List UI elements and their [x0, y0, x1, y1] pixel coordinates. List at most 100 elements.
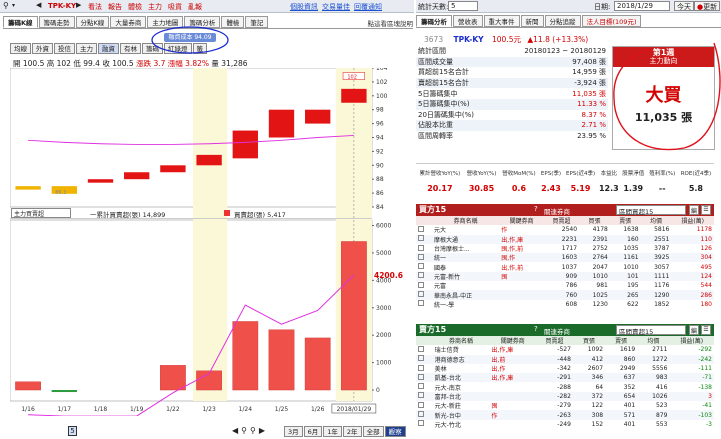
- row-checkbox[interactable]: [416, 300, 432, 309]
- broker-row[interactable]: 元富-新竹 囤 909 1010 101 1111 124: [416, 271, 714, 282]
- today-button[interactable]: 今天: [674, 1, 694, 11]
- days-select[interactable]: 5: [448, 1, 478, 11]
- broker-row[interactable]: 元富 786 981 195 1176 544: [416, 281, 714, 290]
- broker-col-header[interactable]: 券商名稱: [432, 216, 499, 225]
- link-reply[interactable]: 回覆通知: [354, 3, 382, 11]
- period-3m[interactable]: 3月: [284, 426, 303, 437]
- row-checkbox[interactable]: [416, 272, 432, 281]
- date-input[interactable]: 2018/1/29: [614, 1, 670, 11]
- list-icon[interactable]: ☰: [701, 325, 711, 335]
- btn-main[interactable]: 主力: [76, 43, 97, 54]
- row-checkbox[interactable]: [416, 420, 433, 429]
- btn-ma[interactable]: 均線: [10, 43, 31, 54]
- broker-col-header[interactable]: 均價: [641, 216, 672, 225]
- row-checkbox[interactable]: [416, 373, 433, 382]
- sell-select[interactable]: 區間賣超15: [616, 325, 686, 336]
- broker-col-header[interactable]: 關鍵券商: [499, 216, 544, 225]
- tab-branch-k[interactable]: 分點K線: [75, 16, 110, 28]
- tab-events[interactable]: 重大事件: [483, 15, 520, 27]
- price-and-flow-chart[interactable]: 104 102 100 98 96 94 92 90 88 86 84 102 86.3 6000 5000…: [10, 68, 410, 416]
- row-checkbox[interactable]: [416, 262, 432, 271]
- tab-revenue[interactable]: 營收表: [453, 15, 483, 27]
- row-checkbox[interactable]: [416, 253, 432, 262]
- list-icon[interactable]: ☰: [701, 205, 711, 215]
- feature-button[interactable]: 吸貨: [168, 2, 182, 12]
- broker-row[interactable]: 統一 囤,作 1603 2764 1161 3925 304: [416, 253, 714, 263]
- btn-margin[interactable]: 融資: [98, 43, 119, 54]
- row-checkbox[interactable]: [416, 235, 432, 244]
- period-all[interactable]: 全部: [362, 426, 384, 437]
- feature-button[interactable]: 看法: [88, 2, 102, 12]
- feature-button[interactable]: 報告: [108, 2, 122, 12]
- help-note[interactable]: 點這看區塊說明: [368, 18, 414, 28]
- refresh-button[interactable]: ●更新: [694, 1, 721, 11]
- search-icon[interactable]: ⚲: [3, 1, 9, 10]
- flow-selector[interactable]: 主力買賣超: [11, 208, 71, 218]
- broker-row[interactable]: 元大-竹北 -249 152 401 553 -3: [416, 420, 714, 429]
- broker-col-header[interactable]: 關鍵券商: [489, 336, 536, 345]
- tab-big-broker[interactable]: 大量券商: [110, 16, 147, 28]
- broker-col-header[interactable]: 買張: [573, 336, 605, 345]
- broker-row[interactable]: 美林 出,作 -342 2607 2949 5556 -111: [416, 364, 714, 373]
- feature-button[interactable]: 體檢: [128, 2, 142, 12]
- row-checkbox[interactable]: [416, 290, 432, 299]
- row-checkbox[interactable]: [416, 244, 432, 253]
- row-checkbox[interactable]: [416, 401, 433, 410]
- link-volume[interactable]: 交易量佳: [322, 3, 350, 11]
- feature-button[interactable]: 主力: [148, 2, 162, 12]
- broker-row[interactable]: 華南永昌-中正 760 1025 265 1290 286: [416, 290, 714, 300]
- edit-icon[interactable]: 編: [689, 205, 699, 215]
- broker-row[interactable]: 元大-新莊 囤 -279 122 401 523 -41: [416, 401, 714, 410]
- row-checkbox[interactable]: [416, 345, 433, 354]
- buy-select[interactable]: 區間買超15: [616, 205, 686, 216]
- feature-button[interactable]: 亂報: [188, 2, 202, 12]
- broker-row[interactable]: 凱基-台北 出,作,庫 -291 346 637 983 -71: [416, 373, 714, 383]
- tab-target[interactable]: 法人目標(109元): [581, 15, 642, 27]
- broker-row[interactable]: 富邦-台北 -282 372 654 1026 3: [416, 391, 714, 402]
- broker-row[interactable]: 台灣摩根士... 囤,作,前 1717 2752 1035 3787 126: [416, 244, 714, 253]
- num-box[interactable]: 5: [68, 426, 77, 436]
- row-checkbox[interactable]: [416, 355, 433, 364]
- dropdown-icon[interactable]: ▾: [12, 2, 15, 9]
- tab-trend[interactable]: 籌碼走勢: [38, 16, 75, 28]
- row-checkbox[interactable]: [416, 225, 432, 234]
- row-checkbox[interactable]: [416, 382, 433, 391]
- broker-row[interactable]: 元大 作 2540 4178 1638 5816 1178: [416, 225, 714, 234]
- broker-row[interactable]: 瑞士信貸 出,作,庫 -527 1092 1619 2711 -292: [416, 345, 714, 354]
- right-arrow-icon[interactable]: ▶: [76, 1, 81, 9]
- broker-col-header[interactable]: 券商名稱: [433, 336, 490, 345]
- broker-row[interactable]: 港商德意志 出,前 -448 412 860 1272 -242: [416, 354, 714, 364]
- row-checkbox[interactable]: [416, 281, 432, 290]
- broker-row[interactable]: 國泰 出,作,前 1037 2047 1010 3057 495: [416, 262, 714, 272]
- broker-col-header[interactable]: 損益(萬): [671, 216, 714, 225]
- tab-notes[interactable]: 筆記: [245, 16, 269, 28]
- btn-trust[interactable]: 投信: [54, 43, 75, 54]
- broker-row[interactable]: 元大-南京 -288 64 352 416 -138: [416, 382, 714, 392]
- broker-col-header[interactable]: 損益(萬): [669, 336, 714, 345]
- btn-foreign[interactable]: 外資: [32, 43, 53, 54]
- row-checkbox[interactable]: [416, 410, 433, 419]
- tab-news[interactable]: 新聞: [520, 15, 544, 27]
- broker-col-header[interactable]: 均價: [637, 336, 669, 345]
- link-stock-info[interactable]: 個股資訊: [290, 3, 318, 11]
- help-icon[interactable]: ?: [534, 325, 538, 333]
- row-checkbox[interactable]: [416, 364, 433, 373]
- broker-row[interactable]: 摩根大通 出,作,庫 2231 2391 160 2551 110: [416, 234, 714, 244]
- edit-icon[interactable]: 編: [689, 325, 699, 335]
- btn-youlin[interactable]: 有林: [120, 43, 141, 54]
- broker-col-header[interactable]: 買張: [579, 216, 610, 225]
- broker-row[interactable]: 新光-台中 作 -263 308 571 879 -103: [416, 410, 714, 420]
- left-arrow-icon[interactable]: ◀: [36, 1, 41, 9]
- help-icon[interactable]: ?: [534, 205, 538, 213]
- tab-chip[interactable]: 籌碼分析: [416, 15, 452, 27]
- broker-col-header[interactable]: 賣張: [605, 336, 637, 345]
- broker-col-header[interactable]: 買賣超: [544, 216, 579, 225]
- tab-chip-k[interactable]: 籌碼K線: [3, 16, 38, 28]
- tab-branch-track[interactable]: 分點追蹤: [544, 15, 581, 27]
- broker-row[interactable]: 統一-學 608 1230 622 1852 180: [416, 300, 714, 309]
- period-watch[interactable]: 觀察: [384, 426, 406, 437]
- period-2y[interactable]: 2年: [342, 426, 362, 437]
- row-checkbox[interactable]: [416, 392, 433, 401]
- nav-icons[interactable]: ◀⚲⚲▶: [232, 426, 268, 435]
- period-6m[interactable]: 6月: [303, 426, 323, 437]
